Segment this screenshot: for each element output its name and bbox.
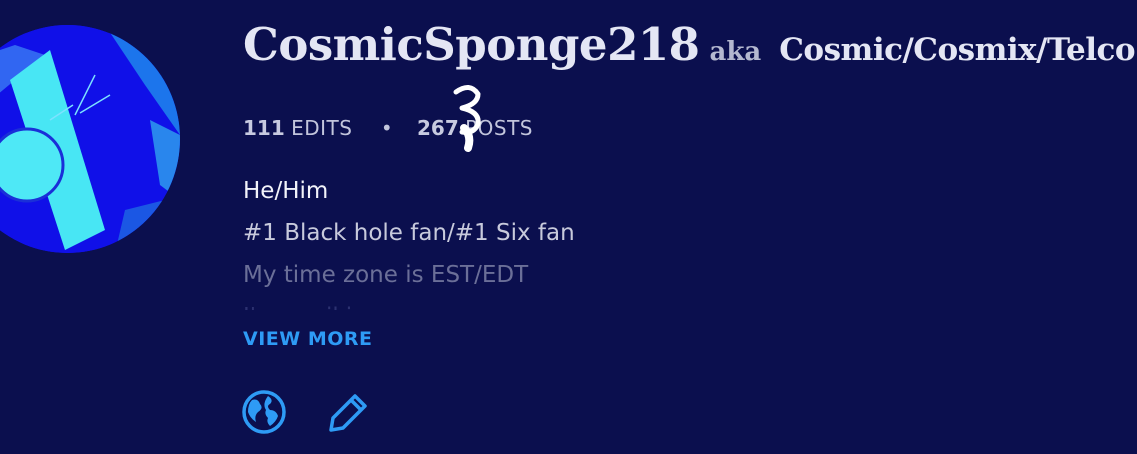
view-more-button[interactable]: VIEW MORE: [243, 328, 373, 350]
bio: He/Him #1 Black hole fan/#1 Six fan My t…: [243, 170, 723, 310]
bio-line: #1 Black hole fan/#1 Six fan: [243, 220, 575, 246]
edits-label: EDITS: [291, 116, 353, 140]
pencil-icon: [329, 394, 367, 432]
scribble-annotation: [453, 85, 481, 152]
bio-line: He/Him: [243, 178, 329, 204]
profile-stats: 111 EDITS • 267 POSTS: [243, 116, 533, 140]
avatar-image: [0, 25, 180, 253]
bio-line: My time zone is EST/EDT: [243, 262, 529, 288]
globe-icon: [242, 390, 286, 434]
website-button[interactable]: [240, 388, 288, 436]
profile-header: CosmicSponge218 aka Cosmic/Cosmix/Telco: [243, 18, 1136, 71]
avatar[interactable]: [0, 25, 180, 253]
edit-button[interactable]: [325, 388, 373, 436]
username: CosmicSponge218: [243, 18, 700, 71]
bio-line: I'm a wiki: [243, 296, 723, 310]
aka-label: aka: [709, 37, 762, 67]
stats-separator: •: [380, 116, 393, 140]
alias: Cosmic/Cosmix/Telco: [779, 32, 1136, 68]
edits-count: 111: [243, 116, 285, 140]
